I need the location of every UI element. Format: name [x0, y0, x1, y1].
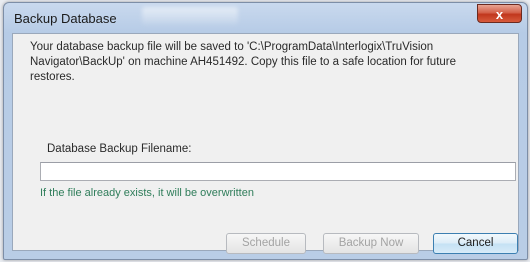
window-title: Backup Database: [14, 11, 117, 26]
cancel-button[interactable]: Cancel: [433, 233, 518, 254]
filename-input[interactable]: [40, 162, 516, 181]
title-bar[interactable]: Backup Database x: [4, 3, 527, 33]
schedule-button[interactable]: Schedule: [226, 233, 306, 254]
filename-label: Database Backup Filename:: [47, 143, 192, 155]
close-button[interactable]: x: [477, 4, 522, 23]
backup-database-dialog: Backup Database x Your database backup f…: [3, 2, 528, 260]
dialog-body: Your database backup file will be saved …: [12, 33, 519, 254]
overwrite-warning: If the file already exists, it will be o…: [40, 187, 254, 199]
backup-now-button[interactable]: Backup Now: [323, 233, 419, 254]
title-bar-highlight: [142, 7, 238, 25]
backup-location-message: Your database backup file will be saved …: [30, 41, 457, 83]
